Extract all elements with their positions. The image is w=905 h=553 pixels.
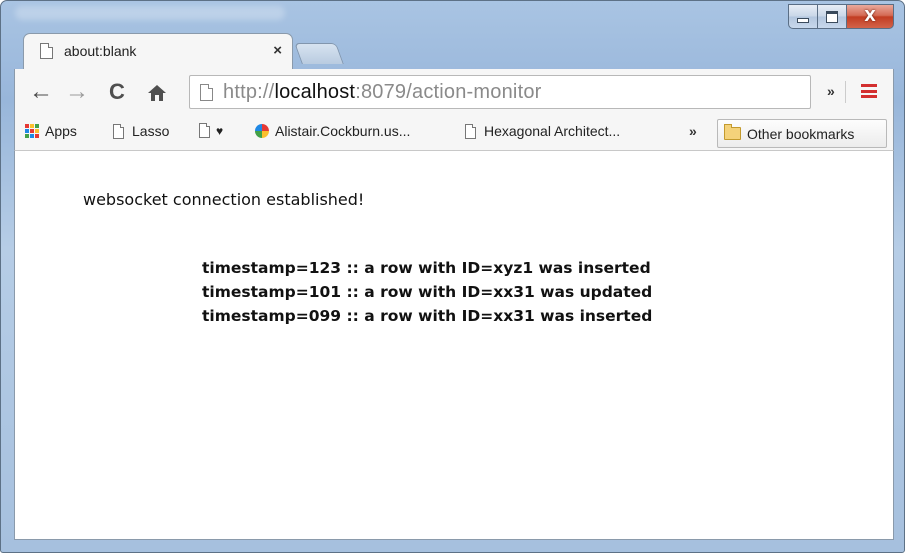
new-tab-button[interactable]: [294, 43, 344, 64]
heart-icon: ♥: [216, 123, 224, 138]
bookmark-apps[interactable]: Apps: [25, 123, 77, 139]
reload-button[interactable]: C: [109, 79, 125, 105]
back-button[interactable]: ←: [29, 79, 53, 105]
bookmark-label: Lasso: [132, 123, 170, 139]
page-icon: [113, 123, 124, 139]
window-controls: X: [788, 4, 894, 29]
maximize-button[interactable]: [818, 4, 847, 29]
minimize-icon: [797, 18, 809, 23]
apps-grid-icon: [25, 124, 39, 138]
log-entry: timestamp=101 :: a row with ID=xx31 was …: [202, 283, 653, 301]
close-icon: X: [864, 7, 876, 25]
connection-status: websocket connection established!: [83, 190, 365, 209]
globe-icon: [255, 124, 269, 138]
url-scheme: http://: [223, 80, 275, 103]
page-icon: [40, 42, 53, 59]
hamburger-menu-icon[interactable]: [861, 84, 877, 98]
toolbar: ← → C http://localhost:8079/action-monit…: [14, 69, 894, 117]
bookmark-label: Alistair.Cockburn.us...: [275, 123, 411, 139]
chevron-icon: »: [689, 123, 697, 139]
home-icon: [148, 85, 166, 101]
log-entry: timestamp=123 :: a row with ID=xyz1 was …: [202, 259, 651, 277]
bookmarks-overflow-chevron[interactable]: »: [689, 123, 697, 139]
tab-close-button[interactable]: ×: [273, 42, 282, 59]
tab-title: about:blank: [64, 42, 137, 59]
page-icon: [199, 123, 210, 138]
bookmark-hexagonal-architecture[interactable]: Hexagonal Architect...: [465, 123, 620, 139]
bookmark-lasso[interactable]: Lasso: [113, 123, 169, 139]
toolbar-divider: [845, 81, 846, 103]
page-icon: [465, 123, 476, 139]
other-bookmarks-button[interactable]: Other bookmarks: [717, 119, 887, 148]
page-content: websocket connection established! timest…: [14, 151, 894, 540]
bookmarks-bar: Apps Lasso ♥ Alistair.Cockburn.us... Hex…: [14, 117, 894, 151]
extensions-chevron-button[interactable]: »: [827, 83, 835, 99]
other-bookmarks-label: Other bookmarks: [747, 125, 855, 142]
url-host: localhost: [274, 80, 356, 103]
address-bar[interactable]: http://localhost:8079/action-monitor: [189, 75, 811, 109]
bookmark-label: Hexagonal Architect...: [484, 123, 621, 139]
home-button[interactable]: [147, 79, 167, 109]
forward-button[interactable]: →: [65, 79, 89, 105]
url-text: http://localhost:8079/action-monitor: [223, 81, 542, 104]
browser-window: X about:blank × ← → C http://localhost:8…: [0, 0, 905, 553]
minimize-button[interactable]: [788, 4, 818, 29]
page-icon: [200, 83, 213, 101]
tab-active[interactable]: about:blank ×: [23, 33, 293, 70]
window-title-blurred: [15, 6, 285, 20]
log-entry: timestamp=099 :: a row with ID=xx31 was …: [202, 307, 653, 325]
bookmark-alistair-cockburn[interactable]: Alistair.Cockburn.us...: [255, 123, 410, 139]
url-path: :8079/action-monitor: [355, 80, 542, 103]
bookmark-label: Apps: [45, 123, 77, 139]
close-window-button[interactable]: X: [847, 4, 894, 29]
bookmark-heart[interactable]: ♥: [199, 123, 223, 138]
action-log: timestamp=123 :: a row with ID=xyz1 was …: [202, 256, 652, 328]
folder-icon: [724, 124, 741, 140]
maximize-icon: [826, 10, 838, 23]
